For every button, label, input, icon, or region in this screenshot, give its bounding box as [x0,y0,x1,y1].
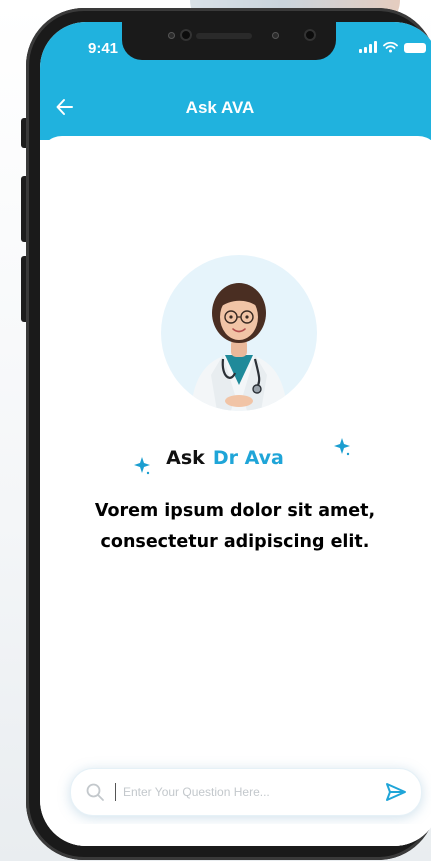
phone-frame: 9:41 Ask AVA Ask Dr Ava Vorem ipsum dolo… [26,8,431,860]
status-time: 9:41 [88,40,119,57]
doctor-illustration [191,283,287,411]
doctor-avatar [161,255,317,411]
question-bar[interactable] [70,768,422,816]
ask-label: Ask [166,447,205,469]
text-caret [115,783,116,801]
send-icon [386,783,406,801]
app-header: 9:41 Ask AVA [40,22,431,140]
sensor-dot [272,32,279,39]
status-icons [359,41,426,53]
content-panel [40,136,431,846]
signal-icon [359,41,377,53]
send-button[interactable] [383,779,409,805]
phone-screen: 9:41 Ask AVA Ask Dr Ava Vorem ipsum dolo… [40,22,431,846]
phone-notch [122,22,336,60]
question-input[interactable] [123,779,343,805]
search-icon [86,783,104,801]
doctor-name: Dr Ava [212,447,284,469]
battery-icon [404,43,426,53]
sensor-dot [168,32,175,39]
front-camera [304,29,316,41]
speaker-grille [196,33,252,39]
page-title: Ask AVA [185,98,255,117]
wifi-icon [383,41,398,53]
camera-dot [180,29,192,41]
ask-heading: Ask Dr Ava [40,447,431,469]
tagline: Vorem ipsum dolor sit amet, consectetur … [94,501,376,552]
home-area [40,824,431,846]
